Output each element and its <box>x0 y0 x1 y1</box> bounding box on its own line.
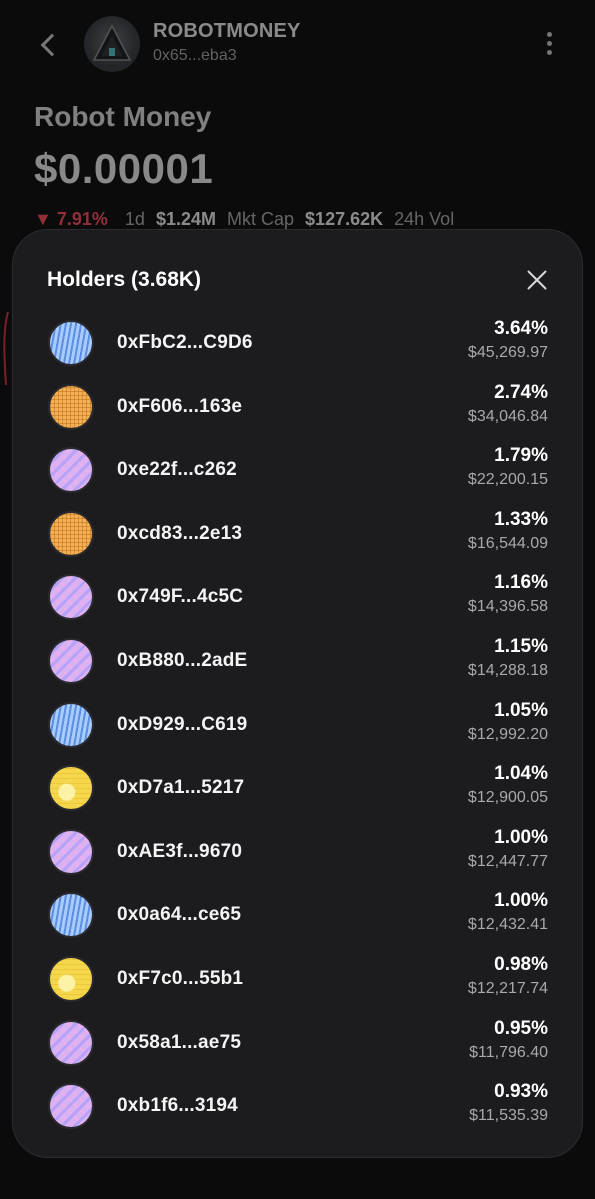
holder-row[interactable]: 0xF7c0...55b1 0.98% $12,217.74 <box>13 946 582 1010</box>
holder-percent: 1.00% <box>494 890 548 912</box>
holder-address: 0xD929...C619 <box>117 713 248 735</box>
holder-row[interactable]: 0xB880...2adE 1.15% $14,288.18 <box>13 628 582 692</box>
holders-list: 0xFbC2...C9D6 3.64% $45,269.97 0xF606...163… <box>13 310 582 1137</box>
holder-value: $12,447.77 <box>467 852 548 870</box>
holder-row[interactable]: 0x0a64...ce65 1.00% $12,432.41 <box>13 882 582 946</box>
holder-percent: 2.74% <box>494 381 548 403</box>
token-detail-screen: ROBOTMONEY 0x65...eba3 Robot Money $0.00… <box>0 0 595 1199</box>
holder-row[interactable]: 0xb1f6...3194 0.93% $11,535.39 <box>13 1073 582 1137</box>
holder-avatar <box>48 510 94 557</box>
holder-percent: 1.04% <box>494 763 548 785</box>
holder-percent: 0.95% <box>494 1017 548 1039</box>
holder-row[interactable]: 0xFbC2...C9D6 3.64% $45,269.97 <box>13 310 582 374</box>
holders-sheet: Holders (3.68K) 0xFbC2...C9D6 3.64% $45,26… <box>12 229 583 1158</box>
holder-value: $12,217.74 <box>467 979 548 997</box>
holder-address: 0x0a64...ce65 <box>117 904 242 926</box>
holder-avatar <box>48 383 94 430</box>
change-period: 1d <box>124 209 145 229</box>
holder-percent: 0.98% <box>494 953 548 975</box>
holder-avatar <box>48 447 94 494</box>
holder-address: 0xF7c0...55b1 <box>117 967 244 989</box>
holder-row[interactable]: 0xcd83...2e13 1.33% $16,544.09 <box>13 501 582 565</box>
pyramid-logo-icon <box>84 16 140 72</box>
holder-address: 0xe22f...c262 <box>117 459 237 481</box>
token-contract-address[interactable]: 0x65...eba3 <box>153 47 237 65</box>
holder-address: 0xcd83...2e13 <box>117 522 243 544</box>
holder-address: 0xD7a1...5217 <box>117 777 245 799</box>
holder-row[interactable]: 0xF606...163e 2.74% $34,046.84 <box>13 374 582 438</box>
token-header: ROBOTMONEY 0x65...eba3 Robot Money $0.00… <box>0 0 595 240</box>
holder-value: $12,432.41 <box>467 916 548 934</box>
holder-avatar <box>48 765 94 812</box>
token-name: Robot Money <box>34 101 212 132</box>
holder-percent: 1.00% <box>494 826 548 848</box>
price-change: ▼ 7.91% <box>34 209 108 229</box>
holder-percent: 0.93% <box>494 1081 548 1103</box>
holder-avatar <box>48 320 94 366</box>
holder-percent: 1.05% <box>494 699 548 721</box>
holder-row[interactable]: 0x749F...4c5C 1.16% $14,396.58 <box>13 564 582 628</box>
holder-value: $11,535.39 <box>469 1107 548 1125</box>
holder-percent: 1.79% <box>494 445 548 467</box>
holder-row[interactable]: 0xD7a1...5217 1.04% $12,900.05 <box>13 755 582 819</box>
holder-row[interactable]: 0x58a1...ae75 0.95% $11,796.40 <box>13 1010 582 1074</box>
holder-address: 0x749F...4c5C <box>117 586 244 608</box>
holder-address: 0xb1f6...3194 <box>117 1095 238 1117</box>
holder-avatar <box>48 701 94 748</box>
holder-value: $12,900.05 <box>467 789 548 807</box>
holder-address: 0x58a1...ae75 <box>117 1031 242 1053</box>
holder-avatar <box>48 828 94 875</box>
holder-avatar <box>48 574 94 621</box>
holder-value: $14,288.18 <box>467 661 548 679</box>
holder-percent: 1.16% <box>494 572 548 594</box>
holder-address: 0xB880...2adE <box>117 649 248 671</box>
holder-row[interactable]: 0xe22f...c262 1.79% $22,200.15 <box>13 437 582 501</box>
back-arrow-icon[interactable] <box>34 28 64 62</box>
holder-value: $11,796.40 <box>469 1043 548 1061</box>
holder-value: $45,269.97 <box>467 344 548 361</box>
market-cap-value: $1.24M <box>155 209 216 229</box>
token-symbol: ROBOTMONEY <box>153 20 301 42</box>
holder-value: $34,046.84 <box>467 407 548 425</box>
holder-percent: 1.33% <box>494 508 548 530</box>
volume-label: 24h Vol <box>394 209 455 229</box>
holder-percent: 1.15% <box>494 635 548 657</box>
holder-address: 0xF606...163e <box>117 395 243 417</box>
holder-percent: 3.64% <box>494 318 548 339</box>
holder-value: $22,200.15 <box>467 471 548 489</box>
holder-address: 0xFbC2...C9D6 <box>117 332 253 353</box>
holder-avatar <box>48 1083 94 1130</box>
holder-row[interactable]: 0xD929...C619 1.05% $12,992.20 <box>13 692 582 756</box>
holders-title: Holders (3.68K) <box>47 268 202 291</box>
volume-value: $127.62K <box>305 209 384 229</box>
holder-value: $12,992.20 <box>467 725 548 743</box>
holder-row[interactable]: 0xAE3f...9670 1.00% $12,447.77 <box>13 819 582 883</box>
holder-avatar <box>48 637 94 684</box>
holder-avatar <box>48 955 94 1002</box>
holder-address: 0xAE3f...9670 <box>117 840 243 862</box>
price-change-value: 7.91% <box>56 209 108 229</box>
holder-value: $16,544.09 <box>467 534 548 552</box>
close-icon[interactable] <box>523 266 551 294</box>
holder-avatar <box>48 1019 94 1066</box>
holder-avatar <box>48 892 94 939</box>
more-options-icon[interactable] <box>538 30 562 60</box>
market-cap-label: Mkt Cap <box>227 209 295 229</box>
token-price: $0.00001 <box>34 145 214 192</box>
token-stats-row: ▼ 7.91% 1d $1.24M Mkt Cap $127.62K 24h V… <box>34 209 460 230</box>
holder-value: $14,396.58 <box>467 598 548 616</box>
